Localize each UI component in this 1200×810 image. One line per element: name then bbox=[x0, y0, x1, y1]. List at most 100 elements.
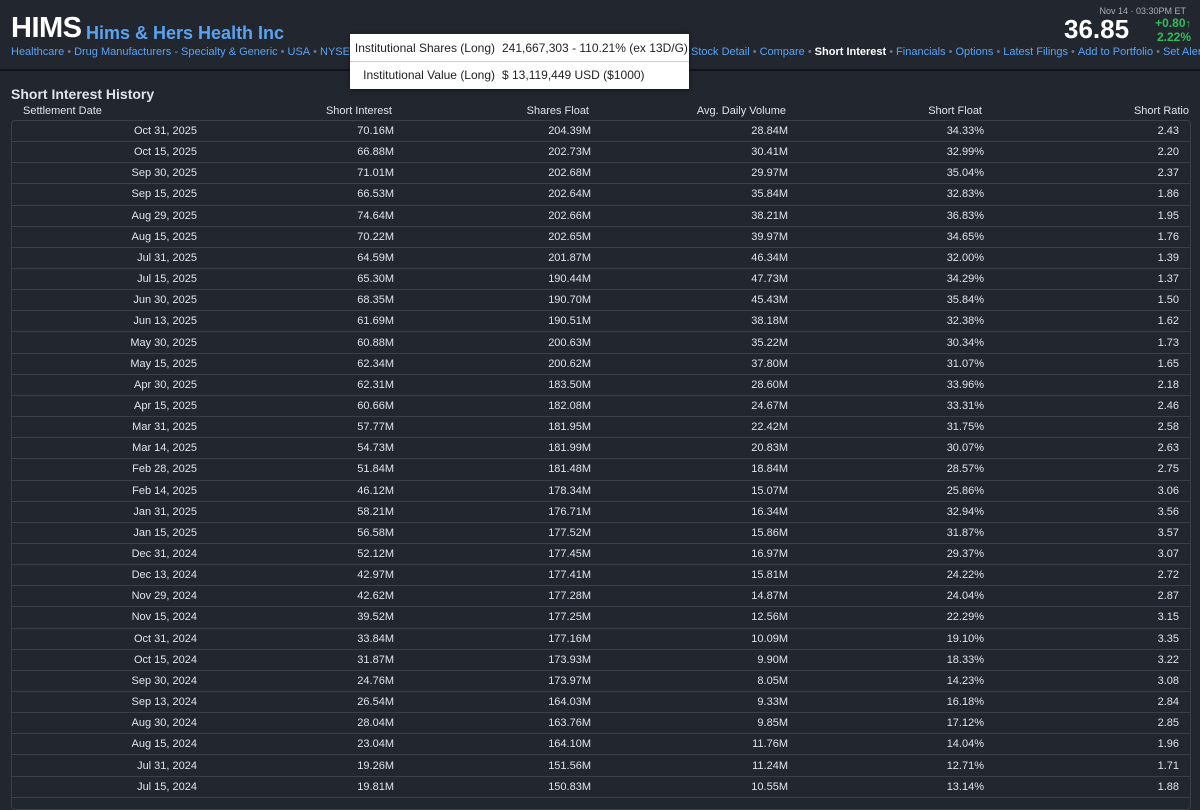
table-cell: Aug 29, 2025 bbox=[131, 209, 197, 222]
table-row: Sep 13, 2024 26.54M 164.03M 9.33M 16.18% 2.84 bbox=[12, 692, 1190, 714]
table-cell: 28.60M bbox=[751, 378, 788, 391]
table-cell: 15.07M bbox=[751, 484, 788, 497]
table-cell: 14.04% bbox=[946, 738, 984, 751]
table-cell: Feb 14, 2025 bbox=[132, 484, 197, 497]
table-cell: 35.04% bbox=[946, 167, 984, 180]
company-name[interactable]: Hims & Hers Health Inc bbox=[86, 23, 284, 43]
column-header[interactable]: Short Interest bbox=[326, 105, 392, 117]
table-cell: 29.37% bbox=[946, 548, 984, 560]
table-cell: 3.57 bbox=[1157, 526, 1179, 539]
table-row: Jul 31, 2024 19.26M 151.56M 11.24M 12.71% 1.7… bbox=[12, 756, 1190, 777]
table-row: Aug 15, 2025 70.22M 202.65M 39.97M 34.65% 1.7… bbox=[12, 227, 1190, 248]
table-cell: 58.21M bbox=[357, 505, 394, 518]
column-header[interactable]: Settlement Date bbox=[23, 105, 102, 117]
table-cell: 12.56M bbox=[751, 611, 788, 624]
table-cell: Jul 31, 2024 bbox=[137, 759, 197, 772]
category-link[interactable]: Healthcare bbox=[11, 46, 64, 58]
table-cell: 2.63 bbox=[1157, 442, 1179, 455]
table-cell: 1.96 bbox=[1157, 738, 1179, 751]
column-header[interactable]: Shares Float bbox=[527, 105, 589, 117]
short-interest-table: Oct 31, 2025 70.16M 204.39M 28.84M 34.33% 2.4… bbox=[11, 120, 1191, 810]
table-cell: 36.83% bbox=[946, 209, 984, 222]
table-cell: 164.03M bbox=[548, 696, 591, 709]
institutional-shares-row: Institutional Shares (Long) 241,667,303 … bbox=[350, 35, 689, 62]
nav-link-set-alert[interactable]: Set Alert bbox=[1163, 46, 1200, 58]
column-header[interactable]: Avg. Daily Volume bbox=[697, 105, 786, 117]
table-cell: 30.41M bbox=[751, 146, 788, 159]
table-cell: 3.08 bbox=[1157, 674, 1179, 687]
table-cell: 35.84M bbox=[751, 188, 788, 201]
nav-link-add-to-portfolio[interactable]: Add to Portfolio bbox=[1078, 46, 1153, 58]
table-cell: 33.96% bbox=[946, 378, 984, 391]
ticker-symbol: HIMS bbox=[11, 12, 82, 44]
separator-dot: • bbox=[280, 46, 285, 58]
table-cell: 202.64M bbox=[548, 188, 591, 201]
table-cell: 32.94% bbox=[946, 505, 984, 518]
table-cell: 60.88M bbox=[357, 336, 394, 349]
table-cell: Aug 30, 2024 bbox=[131, 717, 197, 730]
table-cell: 16.34M bbox=[751, 505, 788, 518]
table-cell: 2.43 bbox=[1157, 125, 1179, 137]
table-cell: 2.75 bbox=[1157, 463, 1179, 476]
table-cell: 65.30M bbox=[357, 273, 394, 286]
nav-link-latest-filings[interactable]: Latest Filings bbox=[1003, 46, 1068, 58]
last-price: 36.85 bbox=[1064, 14, 1130, 44]
table-cell: 20.83M bbox=[751, 442, 788, 455]
table-cell: 1.86 bbox=[1157, 188, 1179, 201]
table-cell: 1.76 bbox=[1157, 230, 1179, 243]
table-cell: 3.06 bbox=[1157, 484, 1179, 497]
nav-link-options[interactable]: Options bbox=[955, 46, 993, 58]
table-cell: 17.12% bbox=[946, 717, 984, 730]
table-cell: May 30, 2025 bbox=[130, 336, 197, 349]
table-cell: 200.63M bbox=[548, 336, 591, 349]
nav-link-stock-detail[interactable]: Stock Detail bbox=[691, 46, 750, 58]
table-cell: 2.18 bbox=[1157, 378, 1179, 391]
table-cell: 3.15 bbox=[1157, 611, 1179, 624]
table-row: Apr 30, 2025 62.31M 183.50M 28.60M 33.96% 2.1… bbox=[12, 375, 1190, 396]
table-cell: 2.85 bbox=[1157, 717, 1179, 730]
table-row: May 15, 2025 62.34M 200.62M 37.80M 31.07% 1.6… bbox=[12, 354, 1190, 375]
table-cell: 202.66M bbox=[548, 209, 591, 222]
table-cell: 177.41M bbox=[548, 569, 591, 582]
table-cell: 1.73 bbox=[1157, 336, 1179, 349]
category-link[interactable]: Drug Manufacturers - Specialty & Generic bbox=[74, 46, 278, 58]
table-cell: 173.93M bbox=[548, 653, 591, 666]
column-header[interactable]: Short Ratio bbox=[1134, 105, 1189, 117]
table-cell: 2.46 bbox=[1157, 399, 1179, 412]
column-header[interactable]: Short Float bbox=[928, 105, 982, 117]
table-cell: 30.34% bbox=[946, 336, 984, 349]
separator-dot: • bbox=[1071, 46, 1075, 58]
nav-link-financials[interactable]: Financials bbox=[896, 46, 946, 58]
category-link[interactable]: USA bbox=[288, 46, 311, 58]
table-cell: 202.68M bbox=[548, 167, 591, 180]
table-cell: 32.99% bbox=[946, 146, 984, 159]
table-cell: Jan 15, 2025 bbox=[133, 526, 197, 539]
table-cell: 15.81M bbox=[751, 569, 788, 582]
table-cell: 32.83% bbox=[946, 188, 984, 201]
nav-link-compare[interactable]: Compare bbox=[760, 46, 805, 58]
separator-dot: • bbox=[948, 46, 953, 58]
table-cell: 31.87% bbox=[946, 526, 984, 539]
nav-link-short-interest[interactable]: Short Interest bbox=[815, 46, 887, 58]
table-cell: 38.21M bbox=[751, 209, 788, 222]
table-row: Sep 30, 2025 71.01M 202.68M 29.97M 35.04% 2.3… bbox=[12, 163, 1190, 185]
table-cell: 190.70M bbox=[548, 294, 591, 307]
table-cell: 30.07% bbox=[946, 442, 984, 455]
table-cell: 32.38% bbox=[946, 315, 984, 328]
table-cell: 2.37 bbox=[1157, 167, 1179, 180]
category-link[interactable]: NYSE bbox=[320, 46, 350, 58]
table-cell: 37.80M bbox=[751, 357, 788, 370]
table-cell: 202.73M bbox=[548, 146, 591, 159]
separator-dot: • bbox=[313, 46, 317, 58]
table-cell: 1.71 bbox=[1157, 759, 1179, 772]
table-cell: 190.44M bbox=[548, 273, 591, 286]
table-cell: 177.45M bbox=[548, 548, 591, 560]
table-cell: 2.72 bbox=[1157, 569, 1179, 582]
table-cell: 46.12M bbox=[357, 484, 394, 497]
category-links: Healthcare • Drug Manufacturers - Specialt… bbox=[11, 46, 350, 59]
table-cell: 14.23% bbox=[946, 674, 984, 687]
table-cell: Nov 15, 2024 bbox=[131, 611, 197, 624]
table-cell: 66.88M bbox=[357, 146, 394, 159]
table-cell: 181.99M bbox=[548, 442, 591, 455]
table-cell: 19.10% bbox=[946, 632, 984, 645]
